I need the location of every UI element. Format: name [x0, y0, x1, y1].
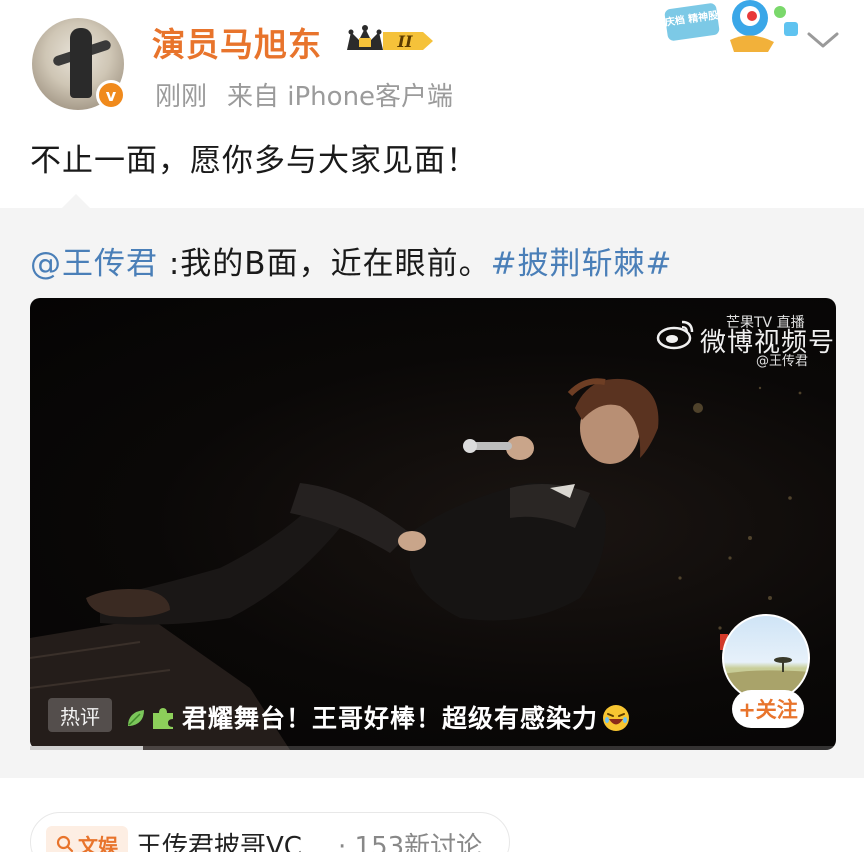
weibo-logo-icon	[656, 320, 694, 350]
post-source: 来自 iPhone客户端	[227, 82, 454, 112]
post-meta: 刚刚 来自 iPhone客户端	[155, 76, 453, 113]
hashtag-link[interactable]: #披荆斩棘#	[491, 246, 673, 282]
repost-mention-link[interactable]: @王传君	[30, 246, 158, 282]
topic-count: · 153新讨论	[338, 832, 483, 852]
video-progress-fill	[30, 746, 143, 750]
verified-badge-icon: v	[96, 80, 126, 110]
post-text: 不止一面，愿你多与大家见面！	[30, 143, 478, 179]
hot-comment-text: 君耀舞台！王哥好棒！超级有感染力	[182, 704, 599, 733]
search-icon	[56, 835, 74, 852]
username[interactable]: 演员马旭东	[152, 18, 322, 66]
puzzle-piece-icon	[153, 708, 173, 729]
chevron-down-icon[interactable]	[806, 30, 840, 50]
repost-text: @王传君 :我的B面，近在眼前。#披荆斩棘#	[30, 238, 673, 283]
post-time: 刚刚	[155, 82, 208, 112]
level-text: II	[397, 32, 413, 51]
watermark-user: @王传君	[756, 354, 809, 369]
follow-avatar-thumb[interactable]	[722, 614, 810, 702]
leaf-icon	[128, 710, 144, 726]
laughing-emoji-icon	[603, 705, 630, 731]
follow-button[interactable]: +关注	[732, 690, 804, 728]
hot-comment[interactable]: 君耀舞台！王哥好棒！超级有感染力	[124, 699, 630, 735]
video-player[interactable]	[30, 298, 836, 750]
topic-name[interactable]: 王传君披哥VC	[136, 826, 302, 852]
hot-comment-tag: 热评	[48, 698, 112, 732]
video-frame	[30, 378, 802, 750]
crown-level-badge-icon[interactable]: II	[345, 24, 435, 58]
topic-tag: 文娱	[46, 826, 128, 852]
promo-mascot-icon[interactable]: 国庆档 精神股东	[664, 0, 804, 52]
repost-body: :我的B面，近在眼前。	[158, 246, 491, 282]
video-progress-bar[interactable]	[30, 746, 836, 750]
topic-tag-label: 文娱	[78, 833, 118, 852]
